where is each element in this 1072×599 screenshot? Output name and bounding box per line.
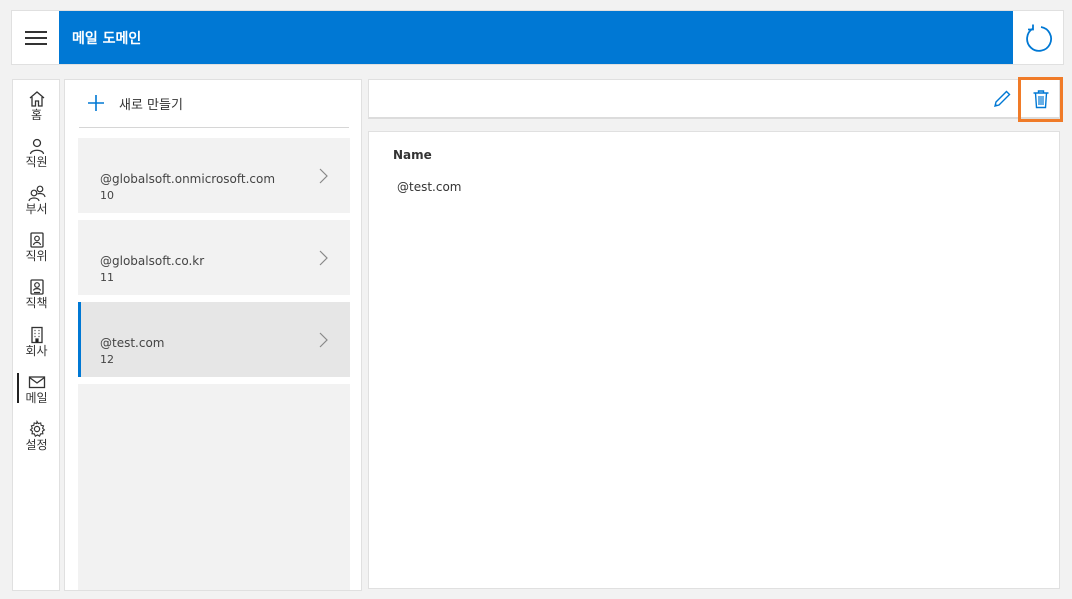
trash-icon <box>1033 90 1049 109</box>
detail-toolbar <box>368 79 1060 119</box>
home-icon <box>29 91 44 107</box>
sidebar-item-titles[interactable]: 직책 <box>13 276 60 322</box>
person-icon <box>29 138 44 155</box>
building-icon <box>30 326 43 344</box>
page-title: 메일 도메인 <box>72 30 142 47</box>
refresh-button[interactable] <box>1013 11 1063 64</box>
list-empty-area <box>78 384 350 590</box>
list-item-selected[interactable]: @test.com 12 <box>78 302 350 377</box>
pencil-icon <box>994 90 1011 107</box>
plus-icon <box>81 94 111 114</box>
sidebar-item-label: 부서 <box>25 202 48 216</box>
domain-count: 11 <box>100 271 114 284</box>
detail-pane: Name @test.com <box>368 131 1060 589</box>
page-title-bar: 메일 도메인 <box>59 11 1013 64</box>
new-button[interactable]: 새로 만들기 <box>79 80 349 128</box>
refresh-icon <box>1026 24 1052 52</box>
badge-icon <box>29 232 44 248</box>
domain-name: @test.com <box>100 336 165 350</box>
sidebar-item-label: 회사 <box>25 344 48 358</box>
sidebar-item-settings[interactable]: 설정 <box>13 418 60 464</box>
app-header: 메일 도메인 <box>11 10 1064 65</box>
domain-list-pane: 새로 만들기 @globalsoft.onmicrosoft.com 10 @g… <box>64 79 362 591</box>
new-button-label: 새로 만들기 <box>119 98 183 113</box>
sidebar: 홈 직원 부서 직위 직책 회사 메일 설정 <box>12 79 60 591</box>
contact-card-icon <box>29 279 44 295</box>
sidebar-item-positions[interactable]: 직위 <box>13 229 60 275</box>
menu-button[interactable] <box>12 11 59 64</box>
hamburger-icon <box>24 30 47 45</box>
domain-name: @globalsoft.co.kr <box>100 254 205 268</box>
sidebar-item-label: 메일 <box>25 391 48 405</box>
people-icon <box>27 185 46 202</box>
sidebar-item-label: 직책 <box>25 296 48 310</box>
domain-count: 10 <box>100 189 114 202</box>
list-item[interactable]: @globalsoft.co.kr 11 <box>78 220 350 295</box>
sidebar-item-departments[interactable]: 부서 <box>13 182 60 228</box>
domain-name: @globalsoft.onmicrosoft.com <box>100 172 276 186</box>
sidebar-item-company[interactable]: 회사 <box>13 324 60 370</box>
list-item[interactable]: @globalsoft.onmicrosoft.com 10 <box>78 138 350 213</box>
sidebar-item-employees[interactable]: 직원 <box>13 135 60 181</box>
chevron-right-icon <box>319 332 328 348</box>
sidebar-item-home[interactable]: 홈 <box>13 88 60 134</box>
sidebar-item-label: 설정 <box>25 438 48 452</box>
sidebar-item-label: 직위 <box>25 249 48 263</box>
delete-button[interactable] <box>1024 80 1058 118</box>
sidebar-item-mail[interactable]: 메일 <box>13 371 60 417</box>
edit-button[interactable] <box>985 80 1019 118</box>
chevron-right-icon <box>319 250 328 266</box>
sidebar-item-label: 홈 <box>30 108 43 122</box>
name-field-label: Name <box>393 148 432 162</box>
gear-icon <box>29 420 45 438</box>
mail-icon <box>28 376 45 389</box>
app-window: 메일 도메인 홈 직원 부서 직위 직책 회사 메일 설정 새로 만들기 @gl… <box>0 0 1072 599</box>
domain-count: 12 <box>100 353 114 366</box>
sidebar-item-label: 직원 <box>25 155 48 169</box>
chevron-right-icon <box>319 168 328 184</box>
name-field-value: @test.com <box>397 180 462 194</box>
